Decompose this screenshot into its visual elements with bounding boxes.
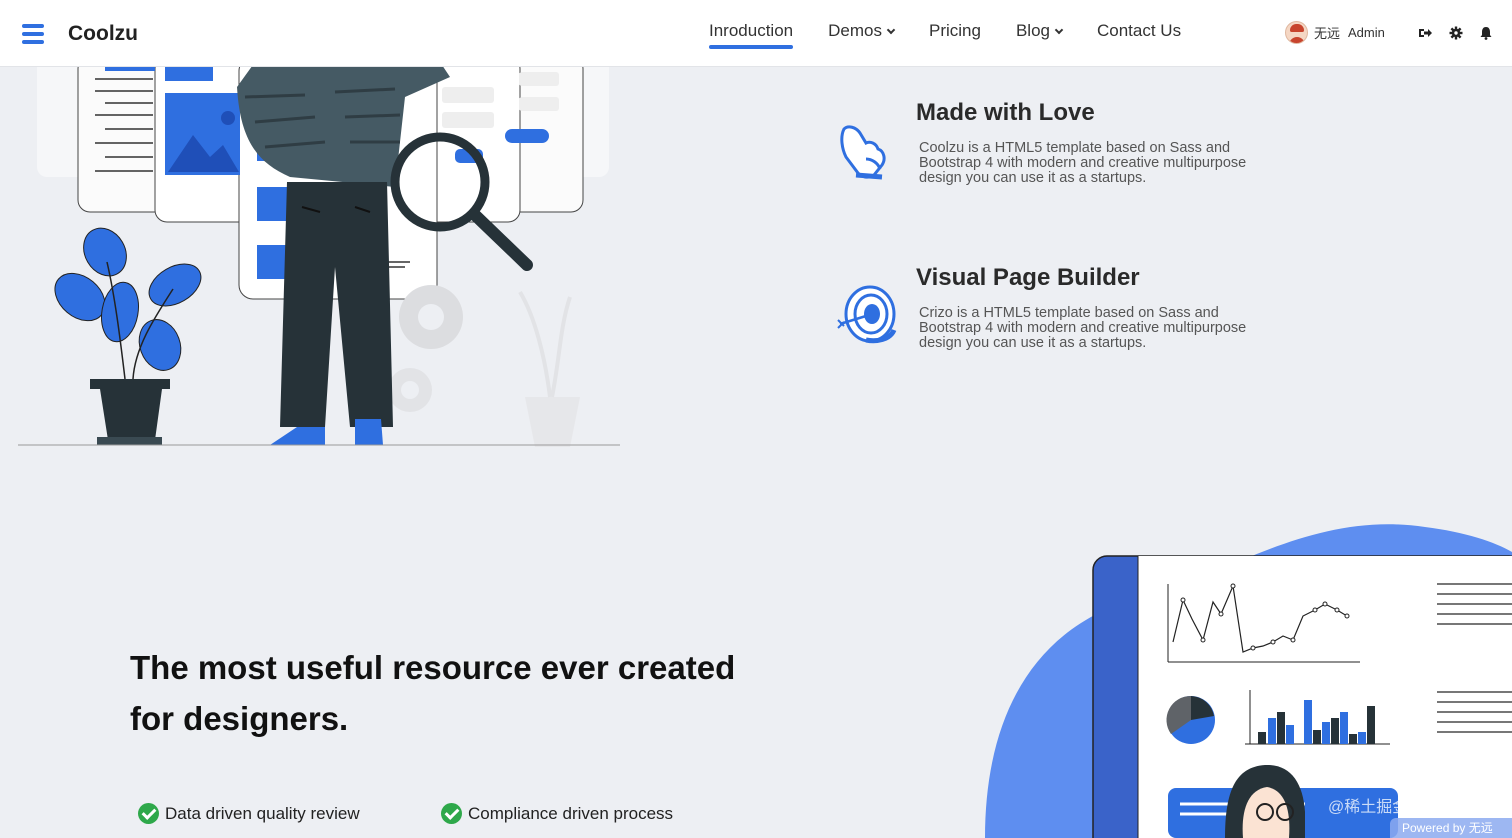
watermark: @稀土掘金技术社区 (1328, 799, 1473, 816)
avatar[interactable] (1285, 21, 1308, 44)
feature-text: Coolzu is a HTML5 template based on Sass… (919, 140, 1247, 186)
feature-title: Made with Love (916, 99, 1095, 126)
sign-out-icon[interactable] (1418, 26, 1432, 40)
thumbs-up-icon (840, 125, 886, 180)
nav-blog[interactable]: Blog (1016, 0, 1064, 67)
nav-contact-us[interactable]: Contact Us (1097, 0, 1181, 67)
user-role: Admin (1348, 25, 1385, 40)
check-circle-icon (138, 803, 159, 824)
hero-headline: The most useful resource ever created fo… (130, 649, 736, 737)
menu-icon[interactable] (22, 24, 44, 46)
gear-icon[interactable] (1449, 26, 1463, 40)
nav-pricing[interactable]: Pricing (929, 0, 981, 67)
bell-icon[interactable] (1479, 26, 1493, 40)
user-name: 无远 (1314, 26, 1341, 41)
top-navbar: Coolzu Inroduction Demos Pricing Blog Co… (0, 0, 1512, 67)
target-icon (837, 285, 897, 344)
nav-demos[interactable]: Demos (828, 0, 896, 67)
check-circle-icon (441, 803, 462, 824)
chevron-down-icon (1054, 25, 1064, 35)
chevron-down-icon (886, 25, 896, 35)
brand-logo[interactable]: Coolzu (68, 22, 138, 46)
dashboard-illustration (985, 524, 1512, 838)
feature-text: Crizo is a HTML5 template based on Sass … (919, 305, 1247, 351)
user-menu[interactable]: 无远 Admin (1285, 21, 1385, 44)
nav-introduction[interactable]: Inroduction (709, 0, 794, 67)
powered-by-badge[interactable]: Powered by 无远 (1390, 818, 1512, 838)
analysis-illustration (18, 67, 620, 447)
check-item: Data driven quality review (138, 803, 360, 824)
main-nav: Inroduction Demos Pricing Blog Contact U… (709, 0, 1216, 67)
feature-title: Visual Page Builder (916, 264, 1140, 291)
check-item: Compliance driven process (441, 803, 673, 824)
